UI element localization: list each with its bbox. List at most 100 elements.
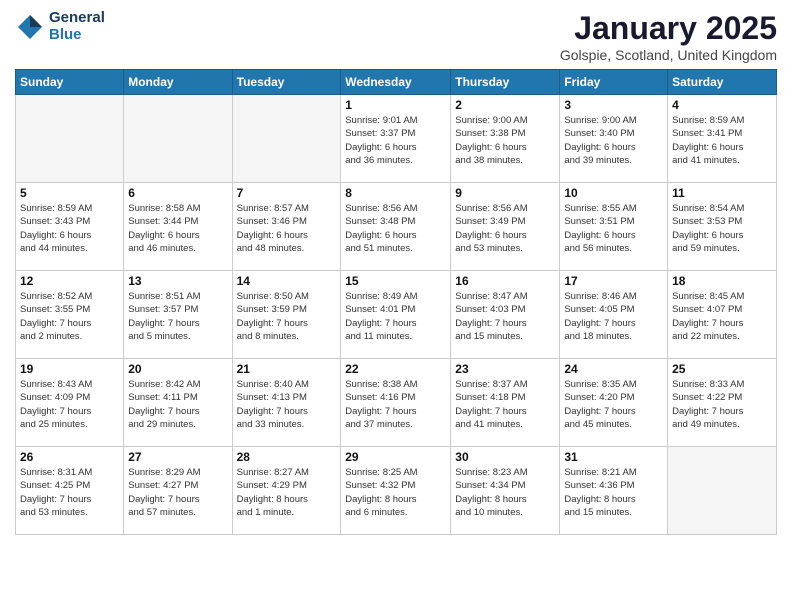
day-info: Sunrise: 8:35 AM Sunset: 4:20 PM Dayligh… — [564, 378, 663, 431]
month-title: January 2025 — [560, 10, 777, 47]
day-info: Sunrise: 8:58 AM Sunset: 3:44 PM Dayligh… — [128, 202, 227, 255]
day-info: Sunrise: 8:37 AM Sunset: 4:18 PM Dayligh… — [455, 378, 555, 431]
day-number: 16 — [455, 274, 555, 288]
day-info: Sunrise: 8:23 AM Sunset: 4:34 PM Dayligh… — [455, 466, 555, 519]
day-number: 25 — [672, 362, 772, 376]
title-block: January 2025 Golspie, Scotland, United K… — [560, 10, 777, 63]
day-info: Sunrise: 8:47 AM Sunset: 4:03 PM Dayligh… — [455, 290, 555, 343]
calendar-cell: 13Sunrise: 8:51 AM Sunset: 3:57 PM Dayli… — [124, 271, 232, 359]
day-number: 18 — [672, 274, 772, 288]
day-number: 21 — [237, 362, 337, 376]
calendar-cell: 26Sunrise: 8:31 AM Sunset: 4:25 PM Dayli… — [16, 447, 124, 535]
week-row-1: 1Sunrise: 9:01 AM Sunset: 3:37 PM Daylig… — [16, 95, 777, 183]
day-number: 15 — [345, 274, 446, 288]
day-info: Sunrise: 8:52 AM Sunset: 3:55 PM Dayligh… — [20, 290, 119, 343]
calendar-cell: 24 Sunrise: 8:35 AM Sunset: 4:20 PM Dayli… — [560, 359, 668, 447]
calendar-cell — [668, 447, 777, 535]
calendar-cell: 15 Sunrise: 8:49 AM Sunset: 4:01 PM Dayli… — [341, 271, 451, 359]
calendar-cell: 1Sunrise: 9:01 AM Sunset: 3:37 PM Daylig… — [341, 95, 451, 183]
day-number: 30 — [455, 450, 555, 464]
day-number: 28 — [237, 450, 337, 464]
calendar-cell: 18 Sunrise: 8:45 AM Sunset: 4:07 PM Dayli… — [668, 271, 777, 359]
day-info: Sunrise: 8:46 AM Sunset: 4:05 PM Dayligh… — [564, 290, 663, 343]
weekday-header-sunday: Sunday — [16, 70, 124, 95]
day-number: 5 — [20, 186, 119, 200]
day-number: 23 — [455, 362, 555, 376]
day-info: Sunrise: 8:31 AM Sunset: 4:25 PM Dayligh… — [20, 466, 119, 519]
day-info: Sunrise: 8:27 AM Sunset: 4:29 PM Dayligh… — [237, 466, 337, 519]
calendar-cell: 6Sunrise: 8:58 AM Sunset: 3:44 PM Daylig… — [124, 183, 232, 271]
day-info: Sunrise: 8:33 AM Sunset: 4:22 PM Dayligh… — [672, 378, 772, 431]
day-number: 19 — [20, 362, 119, 376]
day-number: 27 — [128, 450, 227, 464]
logo-text: General Blue — [49, 10, 105, 43]
day-number: 9 — [455, 186, 555, 200]
weekday-header-saturday: Saturday — [668, 70, 777, 95]
weekday-header-thursday: Thursday — [451, 70, 560, 95]
weekday-header-wednesday: Wednesday — [341, 70, 451, 95]
day-number: 29 — [345, 450, 446, 464]
calendar-cell: 30 Sunrise: 8:23 AM Sunset: 4:34 PM Dayli… — [451, 447, 560, 535]
day-info: Sunrise: 9:01 AM Sunset: 3:37 PM Dayligh… — [345, 114, 446, 167]
calendar-cell: 19 Sunrise: 8:43 AM Sunset: 4:09 PM Dayli… — [16, 359, 124, 447]
weekday-header-row: SundayMondayTuesdayWednesdayThursdayFrid… — [16, 70, 777, 95]
calendar-cell: 9Sunrise: 8:56 AM Sunset: 3:49 PM Daylig… — [451, 183, 560, 271]
day-info: Sunrise: 8:25 AM Sunset: 4:32 PM Dayligh… — [345, 466, 446, 519]
day-number: 10 — [564, 186, 663, 200]
day-info: Sunrise: 8:50 AM Sunset: 3:59 PM Dayligh… — [237, 290, 337, 343]
week-row-2: 5 Sunrise: 8:59 AM Sunset: 3:43 PM Daylig… — [16, 183, 777, 271]
day-info: Sunrise: 8:21 AM Sunset: 4:36 PM Dayligh… — [564, 466, 663, 519]
weekday-header-tuesday: Tuesday — [232, 70, 341, 95]
week-row-5: 26Sunrise: 8:31 AM Sunset: 4:25 PM Dayli… — [16, 447, 777, 535]
calendar-cell: 10 Sunrise: 8:55 AM Sunset: 3:51 PM Dayli… — [560, 183, 668, 271]
day-number: 24 — [564, 362, 663, 376]
calendar-cell: 3Sunrise: 9:00 AM Sunset: 3:40 PM Daylig… — [560, 95, 668, 183]
calendar-cell: 16 Sunrise: 8:47 AM Sunset: 4:03 PM Dayli… — [451, 271, 560, 359]
day-info: Sunrise: 8:49 AM Sunset: 4:01 PM Dayligh… — [345, 290, 446, 343]
day-info: Sunrise: 8:59 AM Sunset: 3:43 PM Dayligh… — [20, 202, 119, 255]
calendar-cell: 27 Sunrise: 8:29 AM Sunset: 4:27 PM Dayli… — [124, 447, 232, 535]
day-number: 12 — [20, 274, 119, 288]
calendar-cell: 23 Sunrise: 8:37 AM Sunset: 4:18 PM Dayli… — [451, 359, 560, 447]
logo: General Blue — [15, 10, 105, 43]
calendar-cell: 7 Sunrise: 8:57 AM Sunset: 3:46 PM Daylig… — [232, 183, 341, 271]
calendar-cell: 4Sunrise: 8:59 AM Sunset: 3:41 PM Daylig… — [668, 95, 777, 183]
header: General Blue January 2025 Golspie, Scotl… — [15, 10, 777, 63]
day-info: Sunrise: 8:55 AM Sunset: 3:51 PM Dayligh… — [564, 202, 663, 255]
calendar-cell — [232, 95, 341, 183]
day-info: Sunrise: 8:57 AM Sunset: 3:46 PM Dayligh… — [237, 202, 337, 255]
day-number: 31 — [564, 450, 663, 464]
calendar-cell — [124, 95, 232, 183]
day-number: 2 — [455, 98, 555, 112]
day-info: Sunrise: 9:00 AM Sunset: 3:38 PM Dayligh… — [455, 114, 555, 167]
calendar-cell: 2 Sunrise: 9:00 AM Sunset: 3:38 PM Daylig… — [451, 95, 560, 183]
calendar-cell: 12 Sunrise: 8:52 AM Sunset: 3:55 PM Dayli… — [16, 271, 124, 359]
day-number: 22 — [345, 362, 446, 376]
day-number: 3 — [564, 98, 663, 112]
calendar-cell: 5 Sunrise: 8:59 AM Sunset: 3:43 PM Daylig… — [16, 183, 124, 271]
day-number: 20 — [128, 362, 227, 376]
day-info: Sunrise: 8:43 AM Sunset: 4:09 PM Dayligh… — [20, 378, 119, 431]
calendar-cell: 29 Sunrise: 8:25 AM Sunset: 4:32 PM Dayli… — [341, 447, 451, 535]
weekday-header-friday: Friday — [560, 70, 668, 95]
day-number: 11 — [672, 186, 772, 200]
location: Golspie, Scotland, United Kingdom — [560, 47, 777, 63]
page-container: General Blue January 2025 Golspie, Scotl… — [0, 0, 792, 612]
logo-general: General — [49, 9, 105, 26]
day-number: 4 — [672, 98, 772, 112]
calendar-cell: 17Sunrise: 8:46 AM Sunset: 4:05 PM Dayli… — [560, 271, 668, 359]
day-info: Sunrise: 8:40 AM Sunset: 4:13 PM Dayligh… — [237, 378, 337, 431]
calendar-cell — [16, 95, 124, 183]
day-info: Sunrise: 8:51 AM Sunset: 3:57 PM Dayligh… — [128, 290, 227, 343]
day-info: Sunrise: 8:45 AM Sunset: 4:07 PM Dayligh… — [672, 290, 772, 343]
calendar-cell: 22Sunrise: 8:38 AM Sunset: 4:16 PM Dayli… — [341, 359, 451, 447]
weekday-header-monday: Monday — [124, 70, 232, 95]
day-info: Sunrise: 8:29 AM Sunset: 4:27 PM Dayligh… — [128, 466, 227, 519]
week-row-3: 12 Sunrise: 8:52 AM Sunset: 3:55 PM Dayli… — [16, 271, 777, 359]
calendar-cell: 28 Sunrise: 8:27 AM Sunset: 4:29 PM Dayli… — [232, 447, 341, 535]
calendar-cell: 8Sunrise: 8:56 AM Sunset: 3:48 PM Daylig… — [341, 183, 451, 271]
day-number: 14 — [237, 274, 337, 288]
day-number: 7 — [237, 186, 337, 200]
calendar-table: SundayMondayTuesdayWednesdayThursdayFrid… — [15, 69, 777, 535]
day-number: 8 — [345, 186, 446, 200]
